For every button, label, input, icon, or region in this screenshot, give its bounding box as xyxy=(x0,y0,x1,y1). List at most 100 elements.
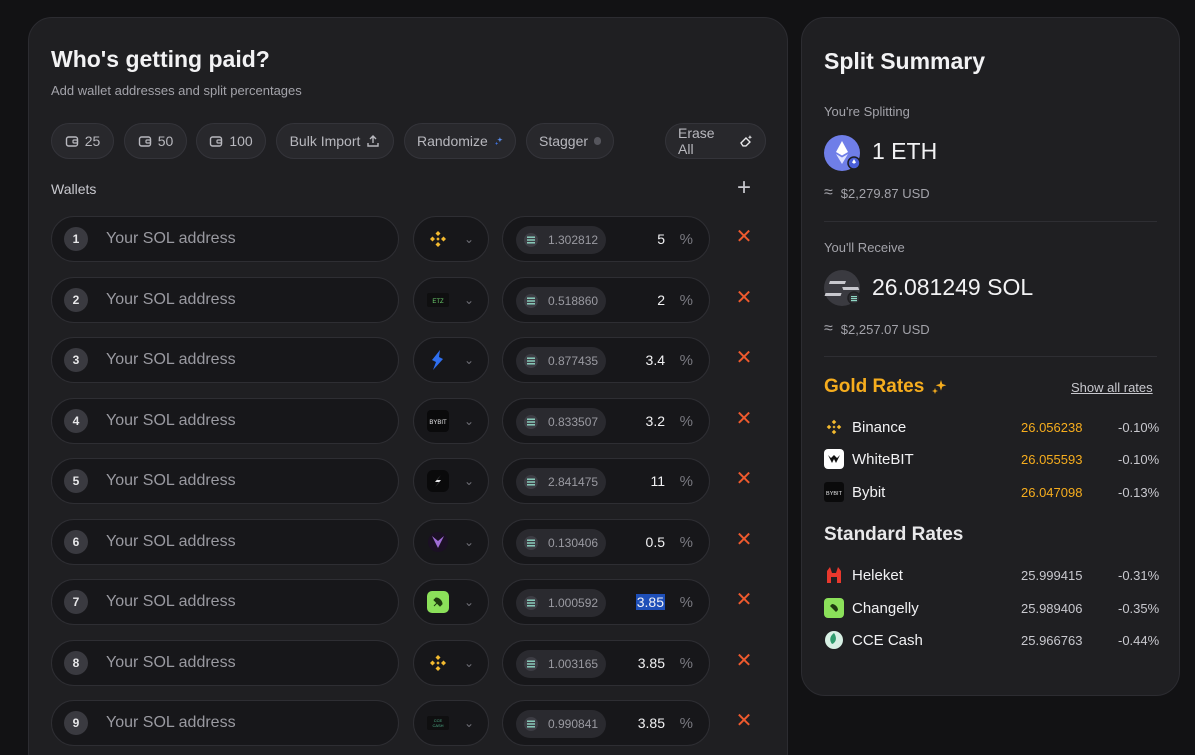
wallet-address-input[interactable]: 7 Your SOL address xyxy=(51,579,399,625)
sol-amount-badge: 1.000592 xyxy=(516,589,606,617)
remove-row-icon[interactable]: ✕ xyxy=(735,409,753,429)
percent-value[interactable]: 3.85 xyxy=(638,715,665,731)
rate-percent: -0.13% xyxy=(1118,484,1160,500)
percent-input[interactable]: 2.841475 11 % xyxy=(502,458,710,504)
wallet-address-input[interactable]: 8 Your SOL address xyxy=(51,640,399,686)
percent-value[interactable]: 5 xyxy=(657,231,665,247)
show-all-rates-link[interactable]: Show all rates xyxy=(1071,380,1153,395)
row-number: 6 xyxy=(64,530,88,554)
row-number: 5 xyxy=(64,469,88,493)
preset-50-button[interactable]: 50 xyxy=(124,123,187,159)
standard-rate-row[interactable]: CCE Cash 25.966763 -0.44% xyxy=(824,629,1164,651)
percent-value[interactable]: 11 xyxy=(650,473,665,489)
exchange-select[interactable]: ⌄ xyxy=(413,579,489,625)
remove-row-icon[interactable]: ✕ xyxy=(735,288,753,308)
bulk-import-button[interactable]: Bulk Import xyxy=(276,123,394,159)
exchange-select[interactable]: ⌄ xyxy=(413,216,489,262)
wallet-row: 5 Your SOL address ⌄ 2.841475 11 % ✕ xyxy=(51,458,765,504)
rate-percent: -0.31% xyxy=(1118,567,1160,583)
rate-value: 25.999415 xyxy=(1021,567,1083,583)
preset-100-button[interactable]: 100 xyxy=(196,123,266,159)
percent-value[interactable]: 0.5 xyxy=(646,534,665,550)
wallet-row: 4 Your SOL address BYBIT ⌄ 0.833507 3.2 … xyxy=(51,398,765,444)
wallet-address-input[interactable]: 2 Your SOL address xyxy=(51,277,399,323)
rate-percent: -0.10% xyxy=(1118,451,1160,467)
chevron-down-icon: ⌄ xyxy=(464,535,475,549)
gold-rate-row[interactable]: BYBIT Bybit 26.047098 -0.13% xyxy=(824,481,1164,503)
sol-icon xyxy=(524,233,538,247)
gold-rates-title: Gold Rates xyxy=(824,376,948,398)
exchange-select[interactable]: ETZ ⌄ xyxy=(413,277,489,323)
row-number: 2 xyxy=(64,288,88,312)
add-wallet-icon[interactable]: + xyxy=(733,176,755,200)
stagger-button[interactable]: Stagger xyxy=(526,123,614,159)
preset-25-button[interactable]: 25 xyxy=(51,123,114,159)
row-number: 7 xyxy=(64,590,88,614)
whitebit-logo xyxy=(824,449,844,469)
row-number: 1 xyxy=(64,227,88,251)
percent-value[interactable]: 3.85 xyxy=(635,594,665,610)
randomize-button[interactable]: Randomize xyxy=(404,123,516,159)
percent-value[interactable]: 2 xyxy=(657,292,665,308)
exchange-select[interactable]: ⌄ xyxy=(413,337,489,383)
remove-row-icon[interactable]: ✕ xyxy=(735,348,753,368)
percent-input[interactable]: 0.518860 2 % xyxy=(502,277,710,323)
exchange-select[interactable]: ⌄ xyxy=(413,458,489,504)
exchange-select[interactable]: ⌄ xyxy=(413,640,489,686)
percent-input[interactable]: 1.003165 3.85 % xyxy=(502,640,710,686)
wallet-icon xyxy=(65,136,78,147)
percent-input[interactable]: 1.302812 5 % xyxy=(502,216,710,262)
rate-value: 26.047098 xyxy=(1021,484,1083,500)
percent-input[interactable]: 1.000592 3.85 % xyxy=(502,579,710,625)
exchange-select[interactable]: ⌄ xyxy=(413,519,489,565)
percent-value[interactable]: 3.4 xyxy=(646,352,665,368)
percent-input[interactable]: 0.130406 0.5 % xyxy=(502,519,710,565)
sol-amount: 2.841475 xyxy=(548,475,599,489)
percent-input[interactable]: 0.833507 3.2 % xyxy=(502,398,710,444)
sol-amount: 1.000592 xyxy=(548,596,599,610)
sol-amount: 0.990841 xyxy=(548,717,599,731)
chevron-down-icon: ⌄ xyxy=(464,293,475,307)
erase-all-button[interactable]: Erase All xyxy=(665,123,766,159)
wallet-address-input[interactable]: 3 Your SOL address xyxy=(51,337,399,383)
remove-row-icon[interactable]: ✕ xyxy=(735,651,753,671)
split-summary-panel: Split Summary You're Splitting 1 ETH ≈ $… xyxy=(801,17,1180,696)
gold-rate-row[interactable]: Binance 26.056238 -0.10% xyxy=(824,416,1164,438)
gold-rate-row[interactable]: WhiteBIT 26.055593 -0.10% xyxy=(824,448,1164,470)
row-number: 3 xyxy=(64,348,88,372)
cce-logo: CCE CASH xyxy=(426,711,450,735)
sol-icon xyxy=(524,717,538,731)
provider-name: Binance xyxy=(852,418,907,436)
remove-row-icon[interactable]: ✕ xyxy=(735,227,753,247)
dot-icon xyxy=(594,137,601,145)
divider xyxy=(824,356,1157,357)
wallet-address-input[interactable]: 1 Your SOL address xyxy=(51,216,399,262)
wallet-address-input[interactable]: 9 Your SOL address xyxy=(51,700,399,746)
wallet-address-input[interactable]: 6 Your SOL address xyxy=(51,519,399,565)
page-title: Who's getting paid? xyxy=(51,46,270,72)
remove-row-icon[interactable]: ✕ xyxy=(735,469,753,489)
percent-input[interactable]: 0.877435 3.4 % xyxy=(502,337,710,383)
percent-icon: % xyxy=(679,231,693,248)
address-placeholder: Your SOL address xyxy=(106,714,236,731)
remove-row-icon[interactable]: ✕ xyxy=(735,530,753,550)
wallet-address-input[interactable]: 4 Your SOL address xyxy=(51,398,399,444)
cce-small-logo xyxy=(824,630,844,650)
percent-input[interactable]: 0.990841 3.85 % xyxy=(502,700,710,746)
wallet-address-input[interactable]: 5 Your SOL address xyxy=(51,458,399,504)
blue-logo xyxy=(426,348,450,372)
percent-value[interactable]: 3.85 xyxy=(638,655,665,671)
preset-100-label: 100 xyxy=(229,133,253,149)
exchange-select[interactable]: CCE CASH ⌄ xyxy=(413,700,489,746)
percent-value[interactable]: 3.2 xyxy=(646,413,665,429)
remove-row-icon[interactable]: ✕ xyxy=(735,711,753,731)
exchange-select[interactable]: BYBIT ⌄ xyxy=(413,398,489,444)
standard-rate-row[interactable]: Changelly 25.989406 -0.35% xyxy=(824,597,1164,619)
remove-row-icon[interactable]: ✕ xyxy=(735,590,753,610)
upload-icon xyxy=(367,135,380,147)
changelly-small-logo xyxy=(824,598,844,618)
address-placeholder: Your SOL address xyxy=(106,472,236,489)
standard-rate-row[interactable]: Heleket 25.999415 -0.31% xyxy=(824,564,1164,586)
sol-amount-badge: 0.877435 xyxy=(516,347,606,375)
sol-amount-badge: 1.003165 xyxy=(516,650,606,678)
